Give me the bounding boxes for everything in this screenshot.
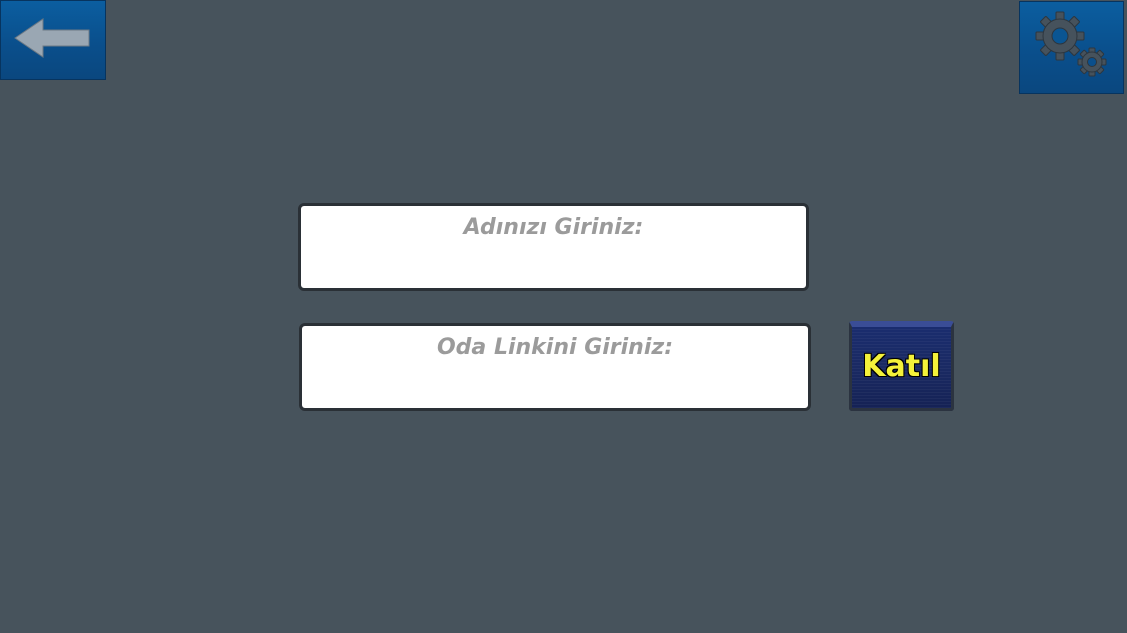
room-link-field[interactable]: Oda Linkini Giriniz:	[299, 323, 811, 411]
name-field[interactable]: Adınızı Giriniz:	[298, 203, 809, 291]
join-button[interactable]: Katıl	[849, 321, 954, 411]
settings-button[interactable]	[1019, 1, 1124, 94]
gear-icon	[1032, 10, 1112, 86]
name-field-placeholder: Adınızı Giriniz:	[463, 215, 644, 240]
back-arrow-icon	[13, 18, 93, 62]
room-link-field-placeholder: Oda Linkini Giriniz:	[436, 335, 673, 360]
join-button-label: Katıl	[862, 349, 941, 384]
back-button[interactable]	[0, 0, 106, 80]
